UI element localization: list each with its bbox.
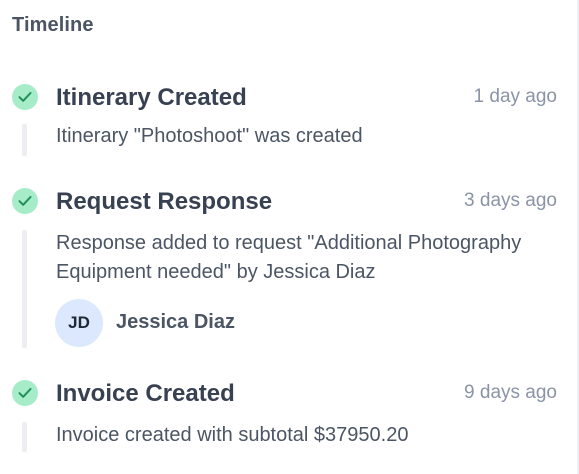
timeline-panel: Timeline Itinerary Created 1 day ago Iti…	[0, 0, 579, 474]
event-description: Invoice created with subtotal $37950.20	[56, 424, 409, 446]
event-time: 9 days ago	[464, 382, 557, 403]
timeline-event-invoice-created: Invoice Created 9 days ago Invoice creat…	[0, 0, 565, 474]
timeline-rail	[22, 422, 27, 452]
check-circle-icon	[12, 380, 38, 406]
event-title: Invoice Created	[56, 380, 235, 407]
